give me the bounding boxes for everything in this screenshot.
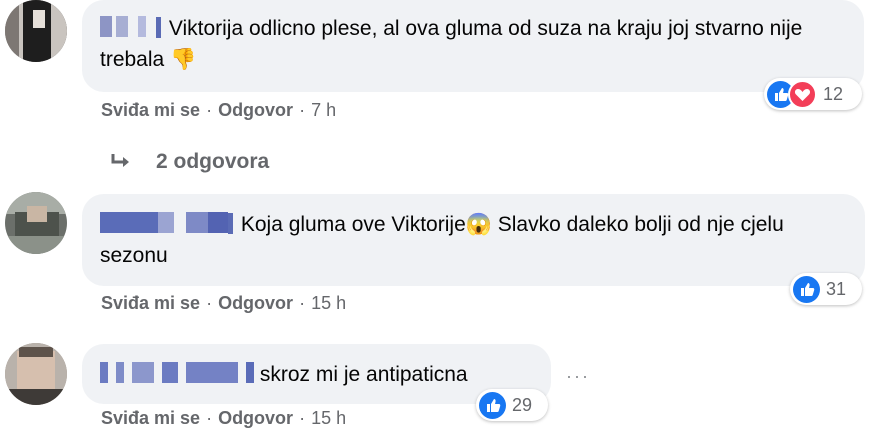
redacted-author-name[interactable] <box>100 212 228 233</box>
reply-link[interactable]: Odgovor <box>218 100 293 120</box>
comment-actions: Sviđa mi se · Odgovor · 7 h <box>101 100 337 120</box>
reply-link[interactable]: Odgovor <box>218 293 293 313</box>
like-link[interactable]: Sviđa mi se <box>101 100 200 120</box>
like-link[interactable]: Sviđa mi se <box>101 408 200 428</box>
timestamp[interactable]: 15 h <box>311 408 346 428</box>
comment-actions: Sviđa mi se · Odgovor · 15 h <box>101 293 347 313</box>
reaction-count: 29 <box>512 394 533 415</box>
timestamp[interactable]: 15 h <box>311 293 346 313</box>
comment-text: Koja gluma ove Viktorije <box>240 213 466 236</box>
timestamp[interactable]: 7 h <box>311 100 336 120</box>
redacted-author-name[interactable] <box>100 362 254 383</box>
thumbs-down-emoji: 👎 <box>170 48 197 71</box>
avatar[interactable] <box>5 343 67 405</box>
reaction-count: 12 <box>823 83 844 104</box>
reply-arrow-icon <box>111 154 129 167</box>
scream-emoji: 😱 <box>465 213 492 236</box>
comment-bubble: Viktorija odlicno plese, al ova gluma od… <box>82 0 864 92</box>
view-replies-link[interactable]: 2 odgovora <box>110 150 269 174</box>
redacted-author-name[interactable] <box>100 16 156 37</box>
comment-text: Viktorija odlicno plese, al ova gluma od… <box>100 17 803 71</box>
replies-count[interactable]: 2 odgovora <box>156 150 269 174</box>
comment-actions: Sviđa mi se · Odgovor · 15 h <box>101 408 347 428</box>
avatar[interactable] <box>5 0 67 62</box>
comment-text: skroz mi je antipaticna <box>259 363 468 386</box>
like-link[interactable]: Sviđa mi se <box>101 293 200 313</box>
comment-bubble: Koja gluma ove Viktorije😱 Slavko daleko … <box>82 194 865 286</box>
avatar[interactable] <box>5 192 67 254</box>
reply-link[interactable]: Odgovor <box>218 408 293 428</box>
more-options-icon[interactable]: ··· <box>566 366 590 387</box>
like-reaction-icon <box>479 391 506 419</box>
reaction-badge[interactable]: 31 <box>790 273 862 305</box>
reaction-count: 31 <box>826 278 847 299</box>
reaction-badge[interactable]: 29 <box>476 389 548 421</box>
reaction-badge[interactable]: 12 <box>764 78 862 110</box>
love-reaction-icon <box>788 79 817 109</box>
like-reaction-icon <box>793 275 820 303</box>
